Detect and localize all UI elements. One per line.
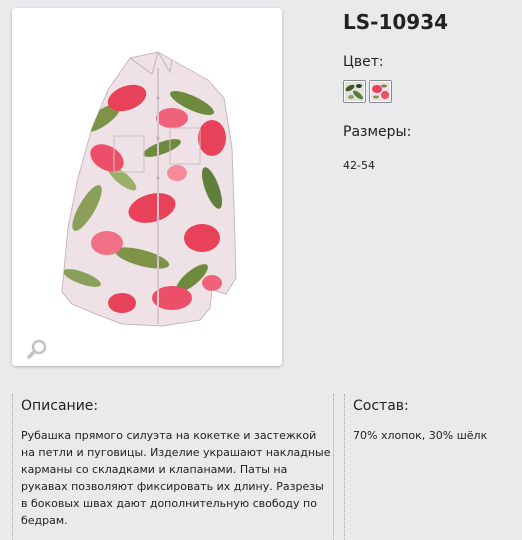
product-sku: LS-10934: [343, 10, 449, 34]
magnifier-icon[interactable]: [26, 338, 48, 360]
description-title: Описание:: [21, 398, 99, 414]
product-image[interactable]: [12, 8, 282, 366]
description-text: Рубашка прямого силуэта на кокетке и зас…: [21, 429, 331, 527]
composition-section: Состав: 70% хлопок, 30% шёлк: [344, 394, 514, 540]
composition-title: Состав:: [353, 398, 409, 414]
sizes-value: 42-54: [343, 159, 375, 172]
color-swatches: [343, 80, 392, 103]
composition-text: 70% хлопок, 30% шёлк: [353, 429, 488, 442]
color-label: Цвет:: [343, 54, 384, 70]
color-swatch-green-floral[interactable]: [343, 80, 366, 103]
color-swatch-red-floral[interactable]: [369, 80, 392, 103]
sizes-label: Размеры:: [343, 124, 412, 140]
product-photo-card[interactable]: [12, 8, 282, 366]
description-section: Описание: Рубашка прямого силуэта на кок…: [12, 394, 334, 540]
